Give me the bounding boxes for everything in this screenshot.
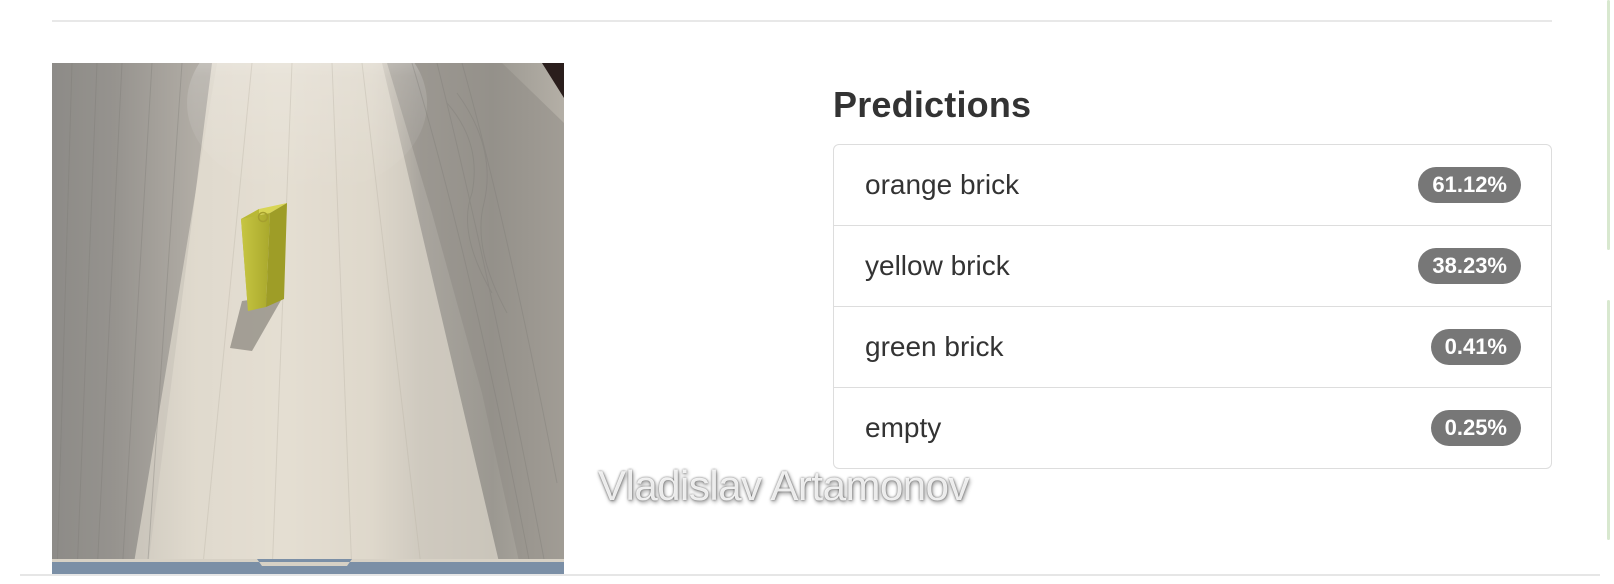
bottom-divider [20,574,1600,576]
prediction-label: yellow brick [865,250,1010,281]
prediction-label: green brick [865,331,1004,362]
prediction-label: orange brick [865,169,1020,200]
table-photo [52,63,564,575]
top-divider [52,20,1552,22]
scroll-edge-mark-top [1607,0,1610,250]
predictions-list: orange brick 61.12% yellow brick 38.23% … [833,144,1552,469]
prediction-label: empty [865,412,942,443]
prediction-item-orange-brick: orange brick 61.12% [834,145,1551,225]
probability-badge: 61.12% [1418,167,1521,203]
probability-badge: 38.23% [1418,248,1521,284]
predictions-title: Predictions [833,84,1032,125]
prediction-item-yellow-brick: yellow brick 38.23% [834,225,1551,306]
probability-badge: 0.41% [1430,329,1521,365]
prediction-item-green-brick: green brick 0.41% [834,306,1551,387]
prediction-item-empty: empty 0.25% [834,387,1551,468]
predictions-panel: Predictions orange brick 61.12% yellow b… [833,80,1552,469]
author-watermark: Vladislav Artamonov [598,462,970,509]
scroll-edge-mark-bottom [1607,300,1610,540]
probability-badge: 0.25% [1430,410,1521,446]
input-image [52,63,564,575]
